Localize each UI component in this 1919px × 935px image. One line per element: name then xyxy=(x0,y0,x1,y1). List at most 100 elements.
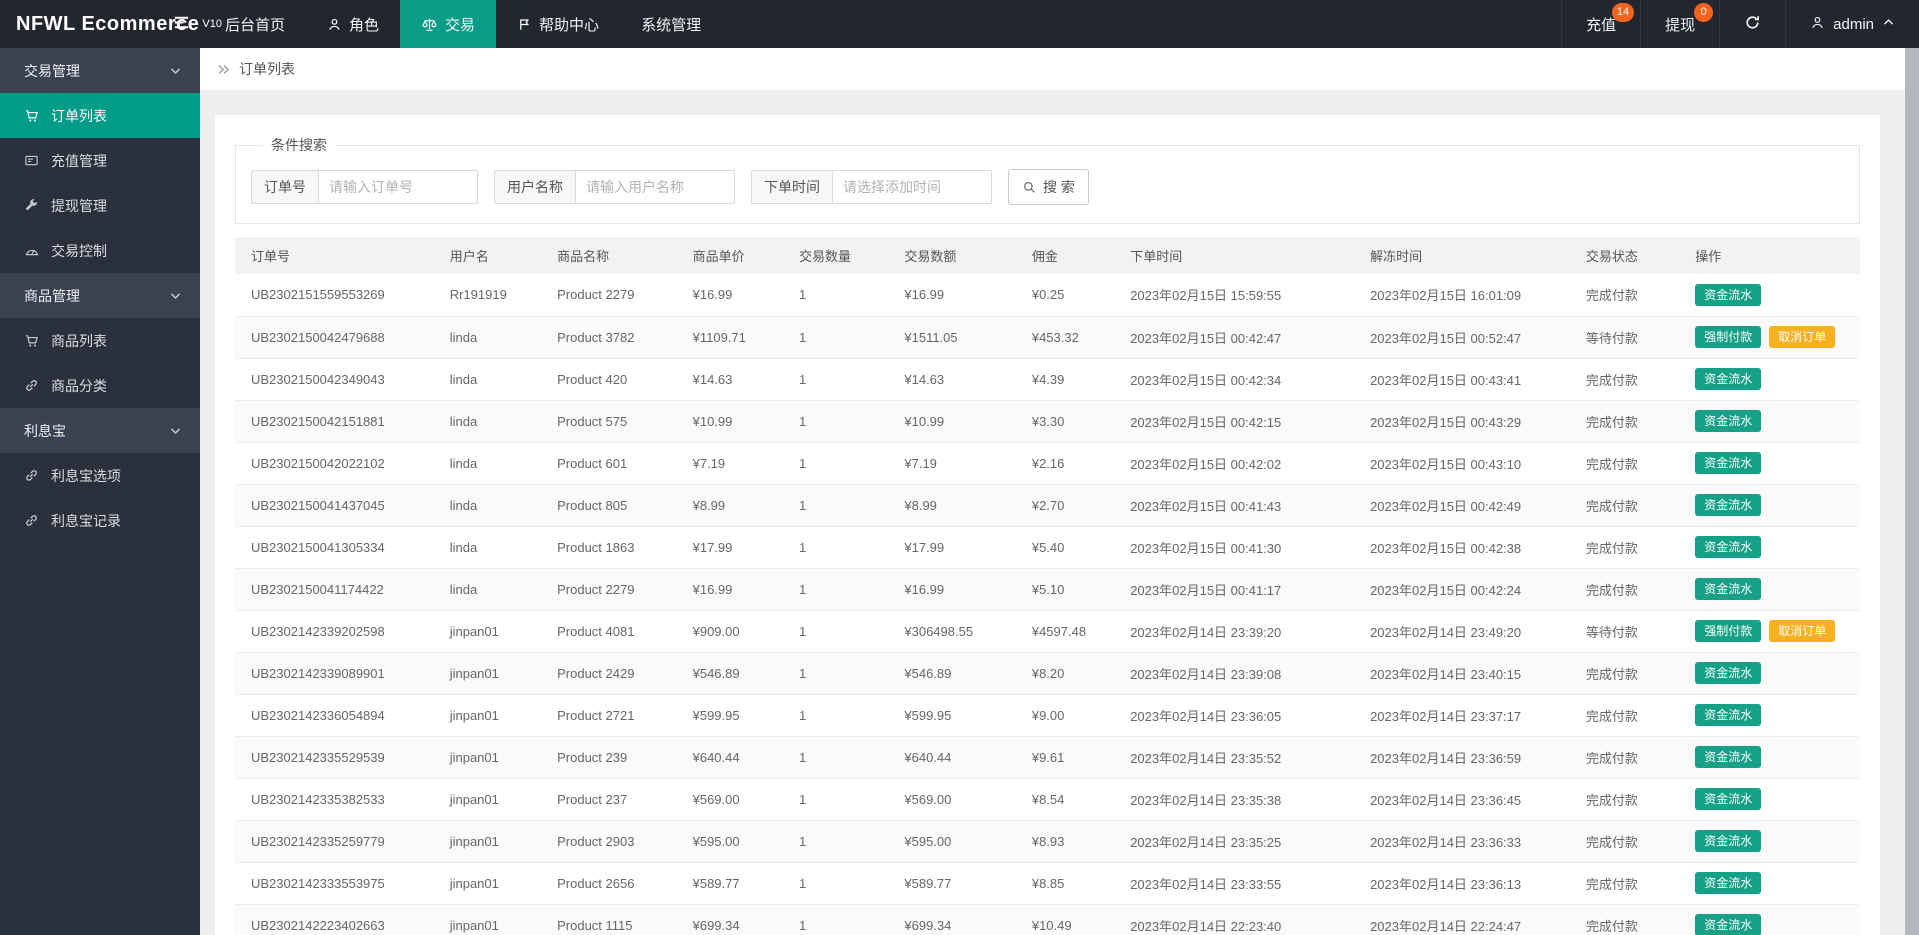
cell-qty: 1 xyxy=(783,316,889,359)
fund-flow-button[interactable]: 资金流水 xyxy=(1695,452,1762,474)
column-header-订单号: 订单号 xyxy=(235,237,434,274)
admin-user-menu[interactable]: admin xyxy=(1785,0,1919,48)
fund-flow-button[interactable]: 资金流水 xyxy=(1695,410,1762,432)
nav-item-角色[interactable]: 角色 xyxy=(306,0,400,48)
cell-status: 完成付款 xyxy=(1569,442,1680,485)
vertical-scrollbar[interactable] xyxy=(1905,48,1919,935)
cell-unit_price: ¥909.00 xyxy=(676,610,783,653)
fund-flow-button[interactable]: 资金流水 xyxy=(1695,578,1762,600)
fund-flow-button[interactable]: 资金流水 xyxy=(1695,914,1762,935)
cell-amount: ¥10.99 xyxy=(888,400,1016,443)
cell-order_no: UB2302142335382533 xyxy=(235,778,434,821)
table-row: UB2302150041437045 linda Product 805 ¥8.99 1… xyxy=(235,484,1860,527)
fund-flow-button[interactable]: 资金流水 xyxy=(1695,536,1762,558)
cell-product: Product 2279 xyxy=(541,568,677,611)
cell-order_time: 2023年02月15日 00:42:47 xyxy=(1114,316,1355,359)
fund-flow-button[interactable]: 资金流水 xyxy=(1695,494,1762,516)
orders-table: 订单号 用户名 商品名称 商品单价 交易数量 交易数额 佣金 下单时间 解冻时间 交易状态 操作 U… xyxy=(235,237,1860,935)
withdraw-nav-button[interactable]: 提现 0 xyxy=(1640,0,1719,48)
refresh-button[interactable] xyxy=(1719,0,1785,48)
sidebar-item-充值管理[interactable]: 充值管理 xyxy=(0,138,200,183)
table-row: UB2302142339089901 jinpan01 Product 2429 ¥5… xyxy=(235,652,1860,695)
sidebar-group-商品管理[interactable]: 商品管理 xyxy=(0,273,200,318)
search-button[interactable]: 搜 索 xyxy=(1008,169,1089,205)
nav-item-后台首页[interactable]: 后台首页 xyxy=(204,0,306,48)
fund-flow-button[interactable]: 资金流水 xyxy=(1695,788,1762,810)
fund-flow-button[interactable]: 资金流水 xyxy=(1695,746,1762,768)
cell-unit_price: ¥640.44 xyxy=(676,736,783,779)
table-row: UB2302142336054894 jinpan01 Product 2721 ¥5… xyxy=(235,694,1860,737)
cell-status: 等待付款 xyxy=(1569,610,1680,653)
table-row: UB2302150042151881 linda Product 575 ¥10.99… xyxy=(235,400,1860,443)
sidebar-item-交易控制[interactable]: 交易控制 xyxy=(0,228,200,273)
refresh-icon xyxy=(1744,14,1761,35)
cell-actions: 资金流水 xyxy=(1679,736,1860,779)
nav-item-系统管理[interactable]: 系统管理 xyxy=(620,0,722,48)
cell-unit_price: ¥546.89 xyxy=(676,652,783,695)
force-pay-button[interactable]: 强制付款 xyxy=(1695,326,1762,348)
withdraw-label: 提现 xyxy=(1665,16,1696,34)
sidebar-item-商品分类[interactable]: 商品分类 xyxy=(0,363,200,408)
fund-flow-button[interactable]: 资金流水 xyxy=(1695,872,1762,894)
cell-product: Product 805 xyxy=(541,484,677,527)
cell-commission: ¥2.70 xyxy=(1015,484,1115,527)
cancel-order-button[interactable]: 取消订单 xyxy=(1769,326,1836,348)
cell-order_time: 2023年02月14日 23:33:55 xyxy=(1114,862,1355,905)
recharge-nav-button[interactable]: 充值 14 xyxy=(1561,0,1640,48)
sidebar-group-交易管理[interactable]: 交易管理 xyxy=(0,48,200,93)
column-header-交易数额: 交易数额 xyxy=(888,237,1016,274)
search-fieldset: 条件搜索 订单号 用户名称 下单时间 搜 索 xyxy=(235,135,1860,224)
cell-user: jinpan01 xyxy=(433,862,542,905)
cell-actions: 强制付款 取消订单 xyxy=(1679,610,1860,653)
force-pay-button[interactable]: 强制付款 xyxy=(1695,620,1762,642)
cancel-order-button[interactable]: 取消订单 xyxy=(1769,620,1836,642)
fund-flow-button[interactable]: 资金流水 xyxy=(1695,830,1762,852)
fund-flow-button[interactable]: 资金流水 xyxy=(1695,662,1762,684)
search-field-group-订单号: 订单号 xyxy=(251,170,478,204)
sidebar-item-label: 提现管理 xyxy=(51,197,107,214)
sidebar-item-商品列表[interactable]: 商品列表 xyxy=(0,318,200,363)
search-input-用户名称[interactable] xyxy=(575,170,735,204)
cell-amount: ¥546.89 xyxy=(888,652,1016,695)
sidebar-item-订单列表[interactable]: 订单列表 xyxy=(0,93,200,138)
cell-qty: 1 xyxy=(783,862,889,905)
sidebar-item-提现管理[interactable]: 提现管理 xyxy=(0,183,200,228)
fund-flow-button[interactable]: 资金流水 xyxy=(1695,368,1762,390)
cell-commission: ¥453.32 xyxy=(1015,316,1115,359)
cell-user: linda xyxy=(433,358,542,401)
cart-icon xyxy=(24,333,41,349)
sidebar-toggle-button[interactable] xyxy=(158,0,204,48)
top-nav-right: 充值 14 提现 0 admin xyxy=(1561,0,1919,48)
cell-actions: 资金流水 xyxy=(1679,274,1860,317)
table-row: UB2302150041305334 linda Product 1863 ¥17.9… xyxy=(235,526,1860,569)
user-icon xyxy=(327,17,342,32)
chevron-up-icon xyxy=(1882,16,1895,33)
cell-user: linda xyxy=(433,484,542,527)
cell-unit_price: ¥599.95 xyxy=(676,694,783,737)
cell-actions: 强制付款 取消订单 xyxy=(1679,316,1860,359)
cell-product: Product 1115 xyxy=(541,904,677,935)
sidebar-group-利息宝[interactable]: 利息宝 xyxy=(0,408,200,453)
fund-flow-button[interactable]: 资金流水 xyxy=(1695,283,1762,306)
column-header-用户名: 用户名 xyxy=(433,237,542,274)
fund-flow-button[interactable]: 资金流水 xyxy=(1695,704,1762,726)
cell-qty: 1 xyxy=(783,484,889,527)
nav-item-交易[interactable]: 交易 xyxy=(400,0,497,48)
table-row: UB2302142335259779 jinpan01 Product 2903 ¥5… xyxy=(235,820,1860,863)
cell-status: 完成付款 xyxy=(1569,778,1680,821)
sidebar-item-利息宝记录[interactable]: 利息宝记录 xyxy=(0,498,200,543)
column-header-操作: 操作 xyxy=(1679,237,1860,274)
search-field-label: 用户名称 xyxy=(494,170,575,204)
sidebar-item-利息宝选项[interactable]: 利息宝选项 xyxy=(0,453,200,498)
search-input-订单号[interactable] xyxy=(318,170,478,204)
cell-unfreeze_time: 2023年02月15日 00:43:10 xyxy=(1354,442,1570,485)
search-input-下单时间[interactable] xyxy=(832,170,992,204)
nav-item-label: 交易 xyxy=(445,16,476,34)
column-header-交易数量: 交易数量 xyxy=(783,237,889,274)
cell-unfreeze_time: 2023年02月15日 00:43:41 xyxy=(1354,358,1570,401)
cell-unit_price: ¥17.99 xyxy=(676,526,783,569)
cell-status: 完成付款 xyxy=(1569,400,1680,443)
user-icon xyxy=(1810,15,1825,34)
nav-item-帮助中心[interactable]: 帮助中心 xyxy=(496,0,620,48)
cell-actions: 资金流水 xyxy=(1679,778,1860,821)
